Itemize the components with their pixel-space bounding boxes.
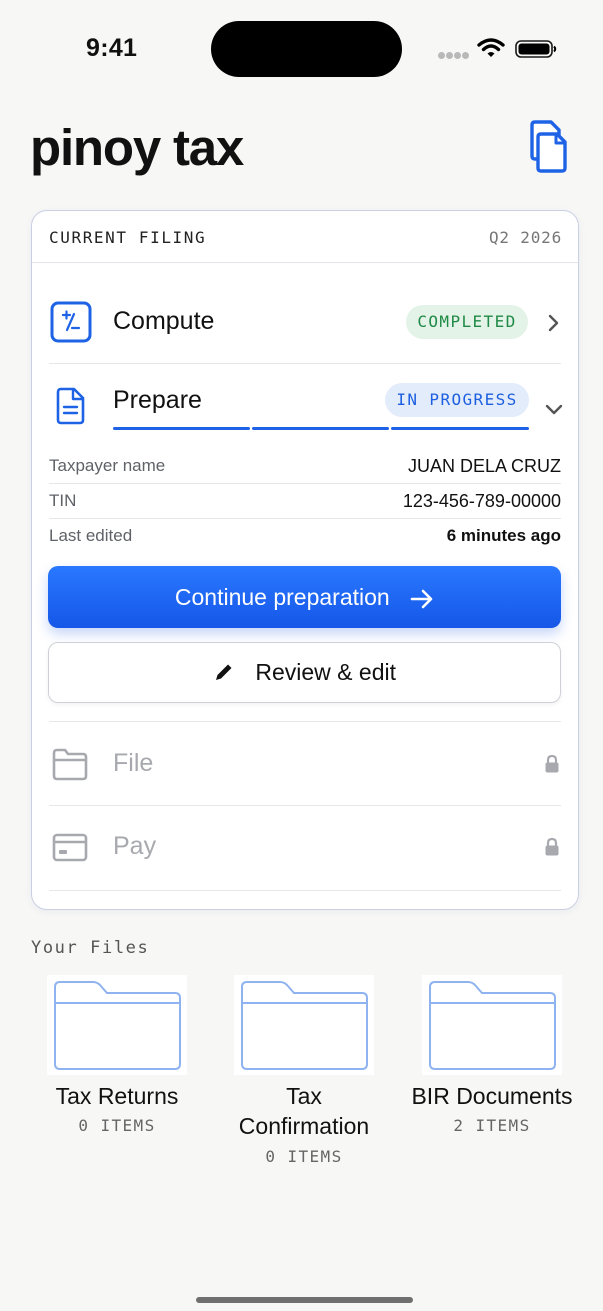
review-edit-button[interactable]: Review & edit [48, 642, 561, 703]
continue-preparation-button[interactable]: Continue preparation [48, 566, 561, 628]
compute-status-badge: COMPLETED [406, 305, 528, 339]
card-label: CURRENT FILING [49, 228, 207, 247]
card-header: CURRENT FILING Q2 2026 [32, 211, 578, 263]
cellular-signal-icon [438, 52, 469, 60]
screen: 9:41 pinoy tax CURRENT FILING Q2 2026 Co… [0, 0, 603, 1311]
detail-value: 6 minutes ago [446, 526, 561, 545]
arrow-right-icon [410, 589, 433, 609]
divider [49, 518, 561, 519]
prepare-title: Prepare [113, 386, 202, 414]
folder-name: BIR Documents [411, 1083, 573, 1109]
folder-icon [47, 975, 187, 1075]
prepare-status-badge: IN PROGRESS [385, 383, 529, 417]
divider [49, 721, 561, 722]
chevron-right-icon [548, 314, 559, 332]
folder-name-line1: Tax [286, 1083, 322, 1109]
folder-icon [234, 975, 374, 1075]
continue-label: Continue preparation [174, 584, 390, 610]
detail-label: Last edited [49, 526, 133, 545]
folder-name: Tax Returns [55, 1083, 179, 1109]
folder-item-count: 2 ITEMS [453, 1116, 531, 1135]
review-label: Review & edit [255, 659, 396, 685]
lock-icon [545, 837, 559, 856]
status-time: 9:41 [86, 34, 138, 62]
progress-segment [391, 427, 529, 430]
pencil-icon [215, 664, 232, 680]
divider [49, 363, 561, 364]
battery-icon [515, 40, 557, 58]
progress-segment [252, 427, 389, 430]
compute-title: Compute [113, 307, 215, 335]
folder-icon [422, 975, 562, 1075]
chevron-down-icon[interactable] [545, 403, 563, 415]
files-section-title: Your Files [31, 938, 150, 958]
detail-value: JUAN DELA CRUZ [407, 456, 561, 476]
divider [49, 483, 561, 484]
folder-item-count: 0 ITEMS [265, 1147, 343, 1166]
file-title: File [113, 749, 154, 777]
progress-segment [113, 427, 250, 430]
documents-icon[interactable] [521, 118, 573, 178]
divider [49, 805, 561, 806]
detail-value: 123-456-789-00000 [402, 491, 561, 511]
credit-card-icon [52, 833, 88, 862]
lock-icon [545, 754, 559, 773]
wifi-icon [477, 38, 505, 57]
folder-icon [52, 748, 88, 781]
app-title: pinoy tax [30, 119, 244, 176]
document-icon [56, 387, 85, 425]
filing-period: Q2 2026 [488, 228, 562, 247]
detail-label: Taxpayer name [49, 456, 166, 475]
folder-item-count: 0 ITEMS [78, 1116, 156, 1135]
detail-label: TIN [49, 491, 77, 510]
pay-title: Pay [113, 832, 157, 860]
folder-name-line2: Confirmation [238, 1113, 370, 1139]
divider [49, 890, 561, 891]
home-indicator[interactable] [196, 1297, 413, 1303]
calculator-icon [50, 301, 92, 343]
dynamic-island [211, 21, 402, 77]
